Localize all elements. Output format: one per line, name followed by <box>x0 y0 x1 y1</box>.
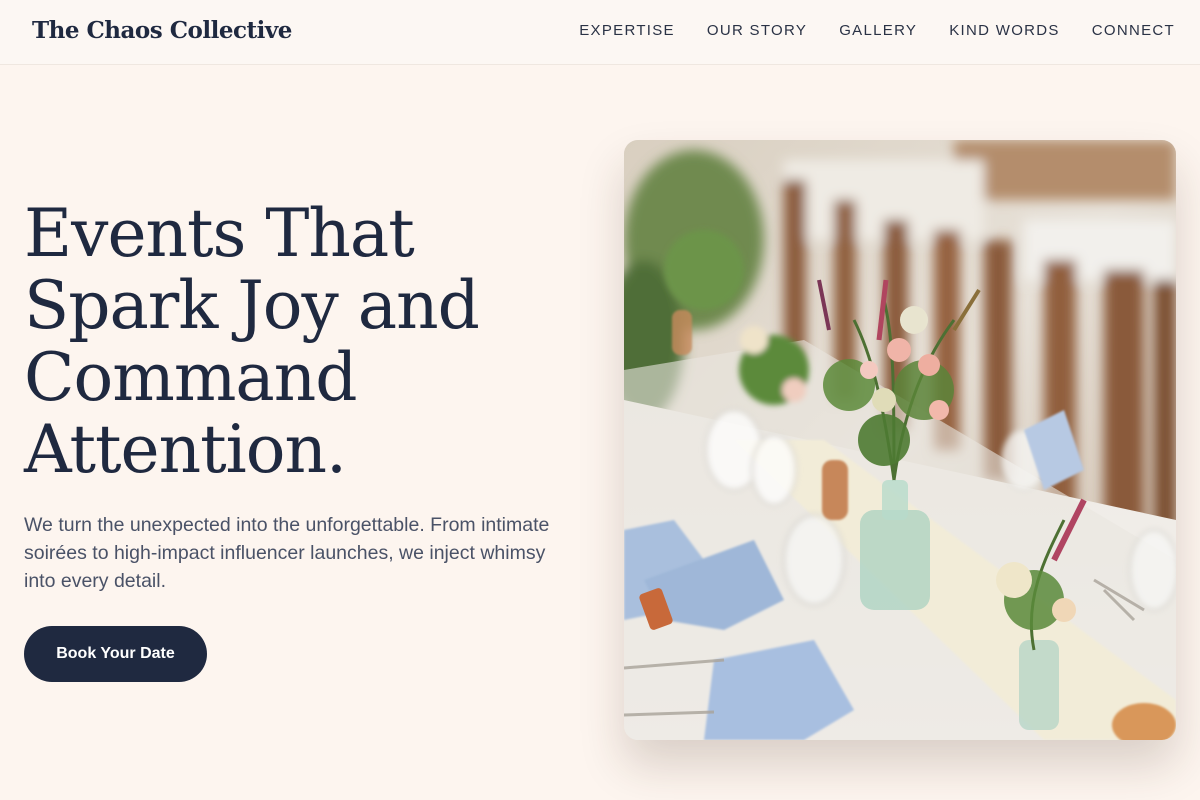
hero-title-line: Command <box>24 339 358 416</box>
hero-subtitle: We turn the unexpected into the unforget… <box>24 514 550 592</box>
hero-title-line: Events That <box>24 195 415 272</box>
hero-title: Events That Spark Joy and Command Attent… <box>24 198 584 486</box>
site-header: The Chaos Collective EXPERTISE OUR STORY… <box>0 0 1200 65</box>
nav-link-expertise[interactable]: EXPERTISE <box>579 22 675 39</box>
hero-image <box>624 140 1176 740</box>
nav-link-kind-words[interactable]: KIND WORDS <box>949 22 1060 39</box>
main-nav: EXPERTISE OUR STORY GALLERY KIND WORDS C… <box>579 22 1175 39</box>
nav-link-gallery[interactable]: GALLERY <box>839 22 917 39</box>
nav-link-our-story[interactable]: OUR STORY <box>707 22 807 39</box>
book-your-date-button[interactable]: Book Your Date <box>24 626 207 682</box>
nav-link-connect[interactable]: CONNECT <box>1092 22 1175 39</box>
hero-title-line: Spark Joy and <box>24 267 480 344</box>
event-table-photo <box>624 140 1176 740</box>
hero-title-line: Attention. <box>24 411 347 488</box>
site-logo[interactable]: The Chaos Collective <box>32 17 292 44</box>
